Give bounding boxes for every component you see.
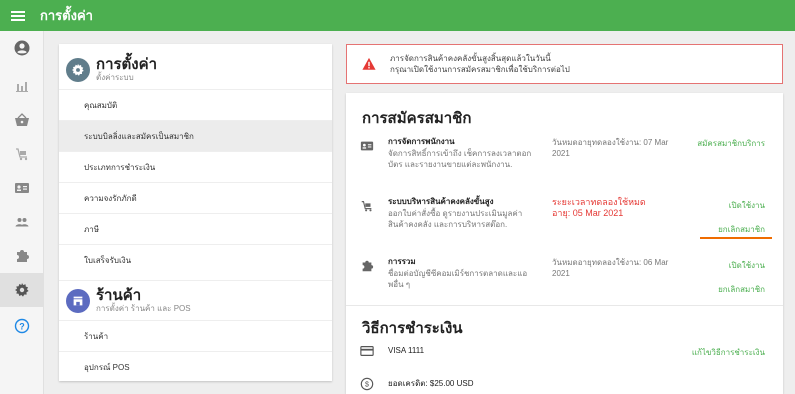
billing-card: การสมัครสมาชิก การจัดการพนักงาน จัดการสิ… bbox=[346, 93, 783, 394]
id-card-icon[interactable] bbox=[0, 171, 44, 205]
svg-text:$: $ bbox=[365, 382, 369, 389]
subscription-row-integrations: การรวม ชื่อมต่อบัญชีซีคอมเมิร์ชการตลาดแล… bbox=[346, 257, 783, 307]
settings-menu-card: การตั้งค่า ตั้งค่าระบบ คุณสมบัติ ระบบบิล… bbox=[59, 44, 332, 381]
nav-item-stores[interactable]: ร้านค้า bbox=[59, 320, 332, 351]
highlight-underline bbox=[700, 237, 772, 239]
settings-section-header: การตั้งค่า ตั้งค่าระบบ bbox=[59, 52, 332, 88]
subscription-row-employee: การจัดการพนักงาน จัดการสิทธิ์การเข้าถึง … bbox=[346, 137, 783, 187]
warning-icon bbox=[362, 57, 376, 70]
subscribe-button[interactable]: สมัครสมาชิกบริการ bbox=[697, 137, 765, 150]
settings-avatar bbox=[66, 58, 90, 82]
nav-item-taxes[interactable]: ภาษี bbox=[59, 213, 332, 244]
alert-line-2: กรุณาเปิดใช้งานการสมัครสมาชิกเพื่อใช้บริ… bbox=[390, 65, 570, 74]
help-icon[interactable]: ? bbox=[0, 309, 44, 343]
payment-method-title: วิธีการชำระเงิน bbox=[362, 320, 463, 337]
id-card-icon bbox=[360, 141, 374, 151]
payment-card-row: VISA 1111 แก้ไขวิธีการชำระเงิน bbox=[346, 344, 783, 364]
subscription-name: การรวม bbox=[388, 257, 416, 266]
section-divider bbox=[346, 305, 783, 306]
activate-button[interactable]: เปิดใช้งาน bbox=[729, 199, 765, 212]
nav-item-receipts[interactable]: ใบเสร็จรับเงิน bbox=[59, 244, 332, 275]
credit-balance: ยอดเครดิต: $25.00 USD bbox=[388, 379, 474, 388]
menu-button[interactable] bbox=[0, 0, 36, 31]
nav-item-loyalty[interactable]: ความจงรักภักดี bbox=[59, 182, 332, 213]
subscription-desc: ออกใบค่าสั่งซื้อ ดูรายงานประเมินมูลค่าสิ… bbox=[388, 209, 523, 229]
activate-button[interactable]: เปิดใช้งาน bbox=[729, 259, 765, 272]
puzzle-icon[interactable] bbox=[0, 239, 44, 273]
subscription-status: วันหมดอายุทดลองใช้งาน: 07 Mar 2021 bbox=[552, 138, 669, 158]
nav-item-payment-types[interactable]: ประเภทการชำระเงิน bbox=[59, 151, 332, 182]
settings-section-title: การตั้งค่า bbox=[96, 56, 158, 73]
subscription-name: การจัดการพนักงาน bbox=[388, 137, 455, 146]
subscription-name: ระบบบริหารสินค้าคงคลังขั้นสูง bbox=[388, 197, 494, 206]
svg-text:?: ? bbox=[19, 322, 25, 332]
unsubscribe-button[interactable]: ยกเลิกสมาชิก bbox=[718, 223, 765, 236]
gear-icon bbox=[71, 63, 84, 76]
credit-balance-row: $ ยอดเครดิต: $25.00 USD bbox=[346, 377, 783, 393]
store-section-subtitle: การตั้งค่า ร้านค้า และ POS bbox=[96, 303, 191, 313]
credit-card-icon bbox=[360, 346, 374, 356]
subscription-desc: จัดการสิทธิ์การเข้าถึง เช็คการลงเวลาตอกบ… bbox=[388, 149, 532, 169]
shopping-basket-icon[interactable] bbox=[0, 103, 44, 137]
puzzle-icon bbox=[362, 260, 374, 272]
subscription-row-inventory: ระบบบริหารสินค้าคงคลังขั้นสูง ออกใบค่าสั… bbox=[346, 197, 783, 247]
store-icon bbox=[73, 296, 83, 305]
cart-icon bbox=[361, 201, 372, 212]
nav-rail: ? bbox=[0, 31, 44, 394]
change-payment-method-button[interactable]: แก้ไขวิธีการชำระเงิน bbox=[692, 346, 765, 359]
dollar-circle-icon: $ bbox=[360, 377, 374, 391]
alert-line-1: ภารจัดการสินค้าคงคลังขั้นสูงสิ้นสุดแล้วใ… bbox=[390, 54, 551, 63]
nav-item-features[interactable]: คุณสมบัติ bbox=[59, 89, 332, 120]
subscriptions-title: การสมัครสมาชิก bbox=[362, 110, 472, 127]
store-section-title: ร้านค้า bbox=[96, 286, 142, 304]
subscription-status: วันหมดอายุทดลองใช้งาน: 06 Mar 2021 bbox=[552, 258, 669, 278]
hamburger-icon bbox=[11, 14, 25, 17]
app-bar: การตั้งค่า bbox=[0, 0, 795, 31]
card-label: VISA 1111 bbox=[388, 346, 425, 355]
unsubscribe-button[interactable]: ยกเลิกสมาชิก bbox=[718, 283, 765, 296]
subscription-status-expired: ระยะเวลาทดลองใช้หมดอายุ: 05 Mar 2021 bbox=[552, 197, 646, 218]
store-avatar bbox=[66, 288, 90, 313]
cart-icon[interactable] bbox=[0, 137, 44, 171]
gear-icon[interactable] bbox=[0, 273, 44, 307]
subscription-desc: ชื่อมต่อบัญชีซีคอมเมิร์ชการตลาดและแอพอื่… bbox=[388, 269, 528, 289]
page-title: การตั้งค่า bbox=[40, 8, 93, 23]
store-section-header: ร้านค้า การตั้งค่า ร้านค้า และ POS bbox=[59, 280, 332, 320]
bar-chart-icon[interactable] bbox=[0, 69, 44, 103]
nav-item-pos-devices[interactable]: อุปกรณ์ POS bbox=[59, 351, 332, 382]
nav-item-billing[interactable]: ระบบบิลลิ่งและสมัครเป็นสมาชิก bbox=[59, 120, 332, 151]
people-icon[interactable] bbox=[0, 205, 44, 239]
settings-section-subtitle: ตั้งค่าระบบ bbox=[96, 73, 134, 82]
account-circle-icon[interactable] bbox=[0, 31, 44, 65]
expiry-alert: ภารจัดการสินค้าคงคลังขั้นสูงสิ้นสุดแล้วใ… bbox=[346, 44, 783, 84]
